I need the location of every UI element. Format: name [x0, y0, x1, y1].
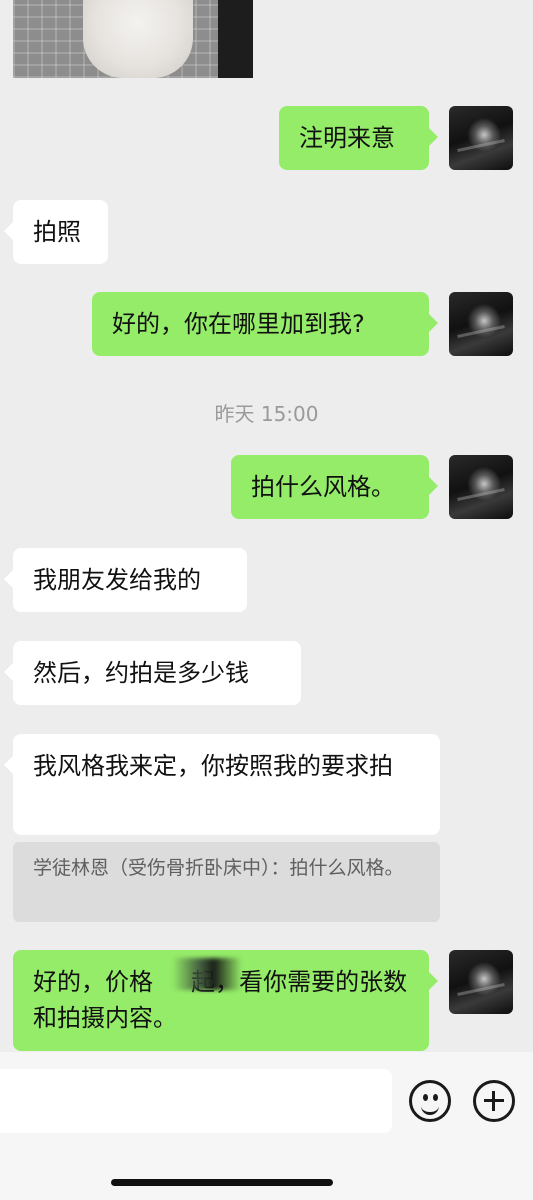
incoming-message[interactable]: 拍照: [4, 200, 108, 264]
chat-timestamp: 昨天 15:00: [214, 402, 319, 426]
photo-dark-edge: [218, 0, 253, 78]
plus-icon[interactable]: [473, 1080, 515, 1122]
user-avatar[interactable]: [449, 292, 513, 356]
quoted-reply[interactable]: 学徒林恩（受伤骨折卧床中）：拍什么风格。: [13, 842, 440, 922]
outgoing-message[interactable]: 好的，你在哪里加到我?: [92, 292, 438, 356]
redacted-price: [172, 958, 242, 990]
incoming-message[interactable]: 我朋友发给我的: [4, 548, 247, 612]
message-input[interactable]: [0, 1069, 392, 1133]
image-message[interactable]: [13, 0, 253, 78]
emoji-icon[interactable]: [409, 1080, 451, 1122]
outgoing-message[interactable]: 拍什么风格。: [231, 455, 438, 519]
outgoing-message[interactable]: 注明来意: [279, 106, 438, 170]
user-avatar[interactable]: [449, 950, 513, 1014]
user-avatar[interactable]: [449, 455, 513, 519]
home-indicator[interactable]: [111, 1179, 333, 1186]
user-avatar[interactable]: [449, 106, 513, 170]
incoming-message[interactable]: 然后，约拍是多少钱: [4, 641, 301, 705]
photo-subject: [83, 0, 193, 78]
incoming-message[interactable]: 我风格我来定，你按照我的要求拍: [4, 734, 440, 835]
